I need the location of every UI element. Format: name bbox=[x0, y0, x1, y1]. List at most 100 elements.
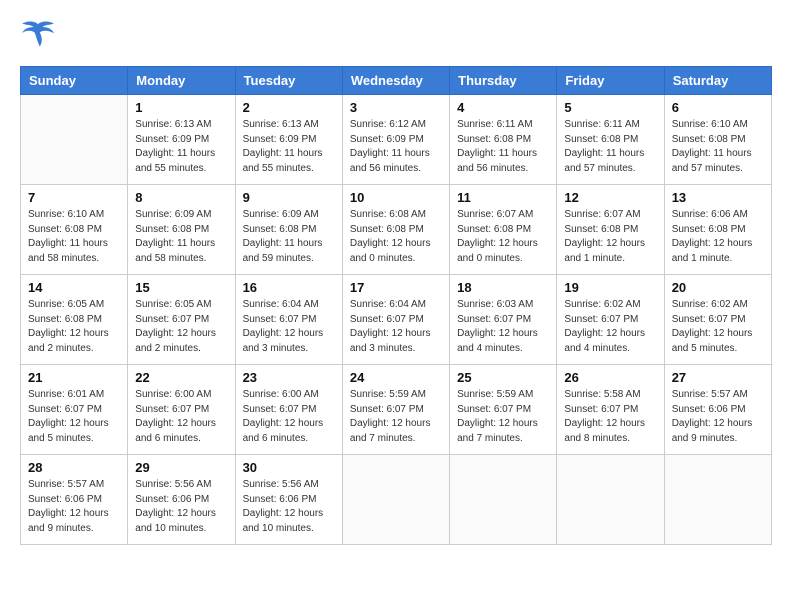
day-number: 29 bbox=[135, 460, 227, 475]
week-row: 14 Sunrise: 6:05 AMSunset: 6:08 PMDayligh… bbox=[21, 275, 772, 365]
day-number: 3 bbox=[350, 100, 442, 115]
calendar-cell bbox=[557, 455, 664, 545]
day-info: Sunrise: 6:00 AMSunset: 6:07 PMDaylight:… bbox=[243, 388, 335, 446]
calendar-cell: 20 Sunrise: 6:02 AMSunset: 6:07 PMDayligh… bbox=[664, 275, 771, 365]
day-info: Sunrise: 5:56 AMSunset: 6:06 PMDaylight:… bbox=[243, 478, 335, 536]
day-number: 7 bbox=[28, 190, 120, 205]
calendar-cell: 8Sunrise: 6:09 AMSunset: 6:08 PMDaylight… bbox=[128, 185, 235, 275]
day-number: 28 bbox=[28, 460, 120, 475]
day-number: 1 bbox=[135, 100, 227, 115]
calendar-cell: 7 Sunrise: 6:10 AMSunset: 6:08 PMDaylight… bbox=[21, 185, 128, 275]
calendar-body: 1 Sunrise: 6:13 AMSunset: 6:09 PMDaylight… bbox=[21, 95, 772, 545]
week-row: 28 Sunrise: 5:57 AMSunset: 6:06 PMDayligh… bbox=[21, 455, 772, 545]
day-of-week-header: Thursday bbox=[450, 67, 557, 95]
calendar-cell bbox=[450, 455, 557, 545]
calendar-cell: 28 Sunrise: 5:57 AMSunset: 6:06 PMDayligh… bbox=[21, 455, 128, 545]
calendar-cell: 13 Sunrise: 6:06 AMSunset: 6:08 PMDayligh… bbox=[664, 185, 771, 275]
calendar-cell: 21 Sunrise: 6:01 AMSunset: 6:07 PMDayligh… bbox=[21, 365, 128, 455]
logo-bird-icon bbox=[20, 20, 56, 50]
calendar-cell: 3 Sunrise: 6:12 AMSunset: 6:09 PMDaylight… bbox=[342, 95, 449, 185]
day-number: 14 bbox=[28, 280, 120, 295]
day-info: Sunrise: 6:11 AMSunset: 6:08 PMDaylight:… bbox=[564, 118, 656, 176]
day-info: Sunrise: 5:59 AMSunset: 6:07 PMDaylight:… bbox=[350, 388, 442, 446]
day-number: 22 bbox=[135, 370, 227, 385]
day-info: Sunrise: 6:05 AMSunset: 6:08 PMDaylight:… bbox=[28, 298, 120, 356]
day-number: 13 bbox=[672, 190, 764, 205]
day-info: Sunrise: 6:11 AMSunset: 6:08 PMDaylight:… bbox=[457, 118, 549, 176]
days-of-week-row: SundayMondayTuesdayWednesdayThursdayFrid… bbox=[21, 67, 772, 95]
calendar-cell: 25Sunrise: 5:59 AMSunset: 6:07 PMDayligh… bbox=[450, 365, 557, 455]
calendar-cell: 30 Sunrise: 5:56 AMSunset: 6:06 PMDayligh… bbox=[235, 455, 342, 545]
day-info: Sunrise: 6:07 AMSunset: 6:08 PMDaylight:… bbox=[564, 208, 656, 266]
day-info: Sunrise: 6:08 AMSunset: 6:08 PMDaylight:… bbox=[350, 208, 442, 266]
calendar-cell: 4 Sunrise: 6:11 AMSunset: 6:08 PMDaylight… bbox=[450, 95, 557, 185]
calendar-cell: 26Sunrise: 5:58 AMSunset: 6:07 PMDayligh… bbox=[557, 365, 664, 455]
day-number: 16 bbox=[243, 280, 335, 295]
day-info: Sunrise: 6:03 AMSunset: 6:07 PMDaylight:… bbox=[457, 298, 549, 356]
calendar-cell: 12 Sunrise: 6:07 AMSunset: 6:08 PMDayligh… bbox=[557, 185, 664, 275]
day-info: Sunrise: 6:01 AMSunset: 6:07 PMDaylight:… bbox=[28, 388, 120, 446]
calendar-cell: 27Sunrise: 5:57 AMSunset: 6:06 PMDayligh… bbox=[664, 365, 771, 455]
calendar-cell: 23 Sunrise: 6:00 AMSunset: 6:07 PMDayligh… bbox=[235, 365, 342, 455]
calendar-cell: 18 Sunrise: 6:03 AMSunset: 6:07 PMDayligh… bbox=[450, 275, 557, 365]
day-number: 24 bbox=[350, 370, 442, 385]
day-of-week-header: Wednesday bbox=[342, 67, 449, 95]
day-info: Sunrise: 6:02 AMSunset: 6:07 PMDaylight:… bbox=[564, 298, 656, 356]
day-number: 20 bbox=[672, 280, 764, 295]
day-of-week-header: Tuesday bbox=[235, 67, 342, 95]
calendar-cell: 1 Sunrise: 6:13 AMSunset: 6:09 PMDaylight… bbox=[128, 95, 235, 185]
calendar-cell: 10 Sunrise: 6:08 AMSunset: 6:08 PMDayligh… bbox=[342, 185, 449, 275]
day-info: Sunrise: 6:02 AMSunset: 6:07 PMDaylight:… bbox=[672, 298, 764, 356]
day-number: 4 bbox=[457, 100, 549, 115]
day-of-week-header: Friday bbox=[557, 67, 664, 95]
day-number: 2 bbox=[243, 100, 335, 115]
day-info: Sunrise: 6:06 AMSunset: 6:08 PMDaylight:… bbox=[672, 208, 764, 266]
day-number: 6 bbox=[672, 100, 764, 115]
day-number: 10 bbox=[350, 190, 442, 205]
day-of-week-header: Monday bbox=[128, 67, 235, 95]
day-of-week-header: Sunday bbox=[21, 67, 128, 95]
day-of-week-header: Saturday bbox=[664, 67, 771, 95]
calendar-cell: 2 Sunrise: 6:13 AMSunset: 6:09 PMDaylight… bbox=[235, 95, 342, 185]
calendar-cell: 14 Sunrise: 6:05 AMSunset: 6:08 PMDayligh… bbox=[21, 275, 128, 365]
calendar-cell bbox=[664, 455, 771, 545]
calendar-cell: 5 Sunrise: 6:11 AMSunset: 6:08 PMDaylight… bbox=[557, 95, 664, 185]
calendar-cell: 16 Sunrise: 6:04 AMSunset: 6:07 PMDayligh… bbox=[235, 275, 342, 365]
calendar-cell: 19 Sunrise: 6:02 AMSunset: 6:07 PMDayligh… bbox=[557, 275, 664, 365]
day-number: 5 bbox=[564, 100, 656, 115]
day-number: 26 bbox=[564, 370, 656, 385]
day-info: Sunrise: 6:04 AMSunset: 6:07 PMDaylight:… bbox=[243, 298, 335, 356]
day-info: Sunrise: 6:13 AMSunset: 6:09 PMDaylight:… bbox=[135, 118, 227, 176]
day-info: Sunrise: 6:12 AMSunset: 6:09 PMDaylight:… bbox=[350, 118, 442, 176]
day-number: 12 bbox=[564, 190, 656, 205]
day-number: 18 bbox=[457, 280, 549, 295]
day-number: 23 bbox=[243, 370, 335, 385]
day-info: Sunrise: 5:59 AMSunset: 6:07 PMDaylight:… bbox=[457, 388, 549, 446]
calendar-cell: 6 Sunrise: 6:10 AMSunset: 6:08 PMDaylight… bbox=[664, 95, 771, 185]
day-info: Sunrise: 6:10 AMSunset: 6:08 PMDaylight:… bbox=[28, 208, 120, 266]
day-number: 19 bbox=[564, 280, 656, 295]
day-number: 9 bbox=[243, 190, 335, 205]
day-info: Sunrise: 5:57 AMSunset: 6:06 PMDaylight:… bbox=[28, 478, 120, 536]
day-info: Sunrise: 6:00 AMSunset: 6:07 PMDaylight:… bbox=[135, 388, 227, 446]
day-number: 27 bbox=[672, 370, 764, 385]
day-number: 30 bbox=[243, 460, 335, 475]
day-info: Sunrise: 6:13 AMSunset: 6:09 PMDaylight:… bbox=[243, 118, 335, 176]
calendar-cell: 15 Sunrise: 6:05 AMSunset: 6:07 PMDayligh… bbox=[128, 275, 235, 365]
calendar-cell: 24 Sunrise: 5:59 AMSunset: 6:07 PMDayligh… bbox=[342, 365, 449, 455]
day-info: Sunrise: 6:07 AMSunset: 6:08 PMDaylight:… bbox=[457, 208, 549, 266]
day-info: Sunrise: 6:04 AMSunset: 6:07 PMDaylight:… bbox=[350, 298, 442, 356]
day-info: Sunrise: 6:09 AMSunset: 6:08 PMDaylight:… bbox=[135, 208, 227, 266]
calendar-cell: 11Sunrise: 6:07 AMSunset: 6:08 PMDayligh… bbox=[450, 185, 557, 275]
calendar-cell bbox=[342, 455, 449, 545]
day-number: 15 bbox=[135, 280, 227, 295]
week-row: 7 Sunrise: 6:10 AMSunset: 6:08 PMDaylight… bbox=[21, 185, 772, 275]
page-header bbox=[20, 20, 772, 50]
day-number: 21 bbox=[28, 370, 120, 385]
day-info: Sunrise: 6:09 AMSunset: 6:08 PMDaylight:… bbox=[243, 208, 335, 266]
day-info: Sunrise: 6:05 AMSunset: 6:07 PMDaylight:… bbox=[135, 298, 227, 356]
calendar-header: SundayMondayTuesdayWednesdayThursdayFrid… bbox=[21, 67, 772, 95]
calendar-cell: 9 Sunrise: 6:09 AMSunset: 6:08 PMDaylight… bbox=[235, 185, 342, 275]
day-info: Sunrise: 6:10 AMSunset: 6:08 PMDaylight:… bbox=[672, 118, 764, 176]
week-row: 1 Sunrise: 6:13 AMSunset: 6:09 PMDaylight… bbox=[21, 95, 772, 185]
